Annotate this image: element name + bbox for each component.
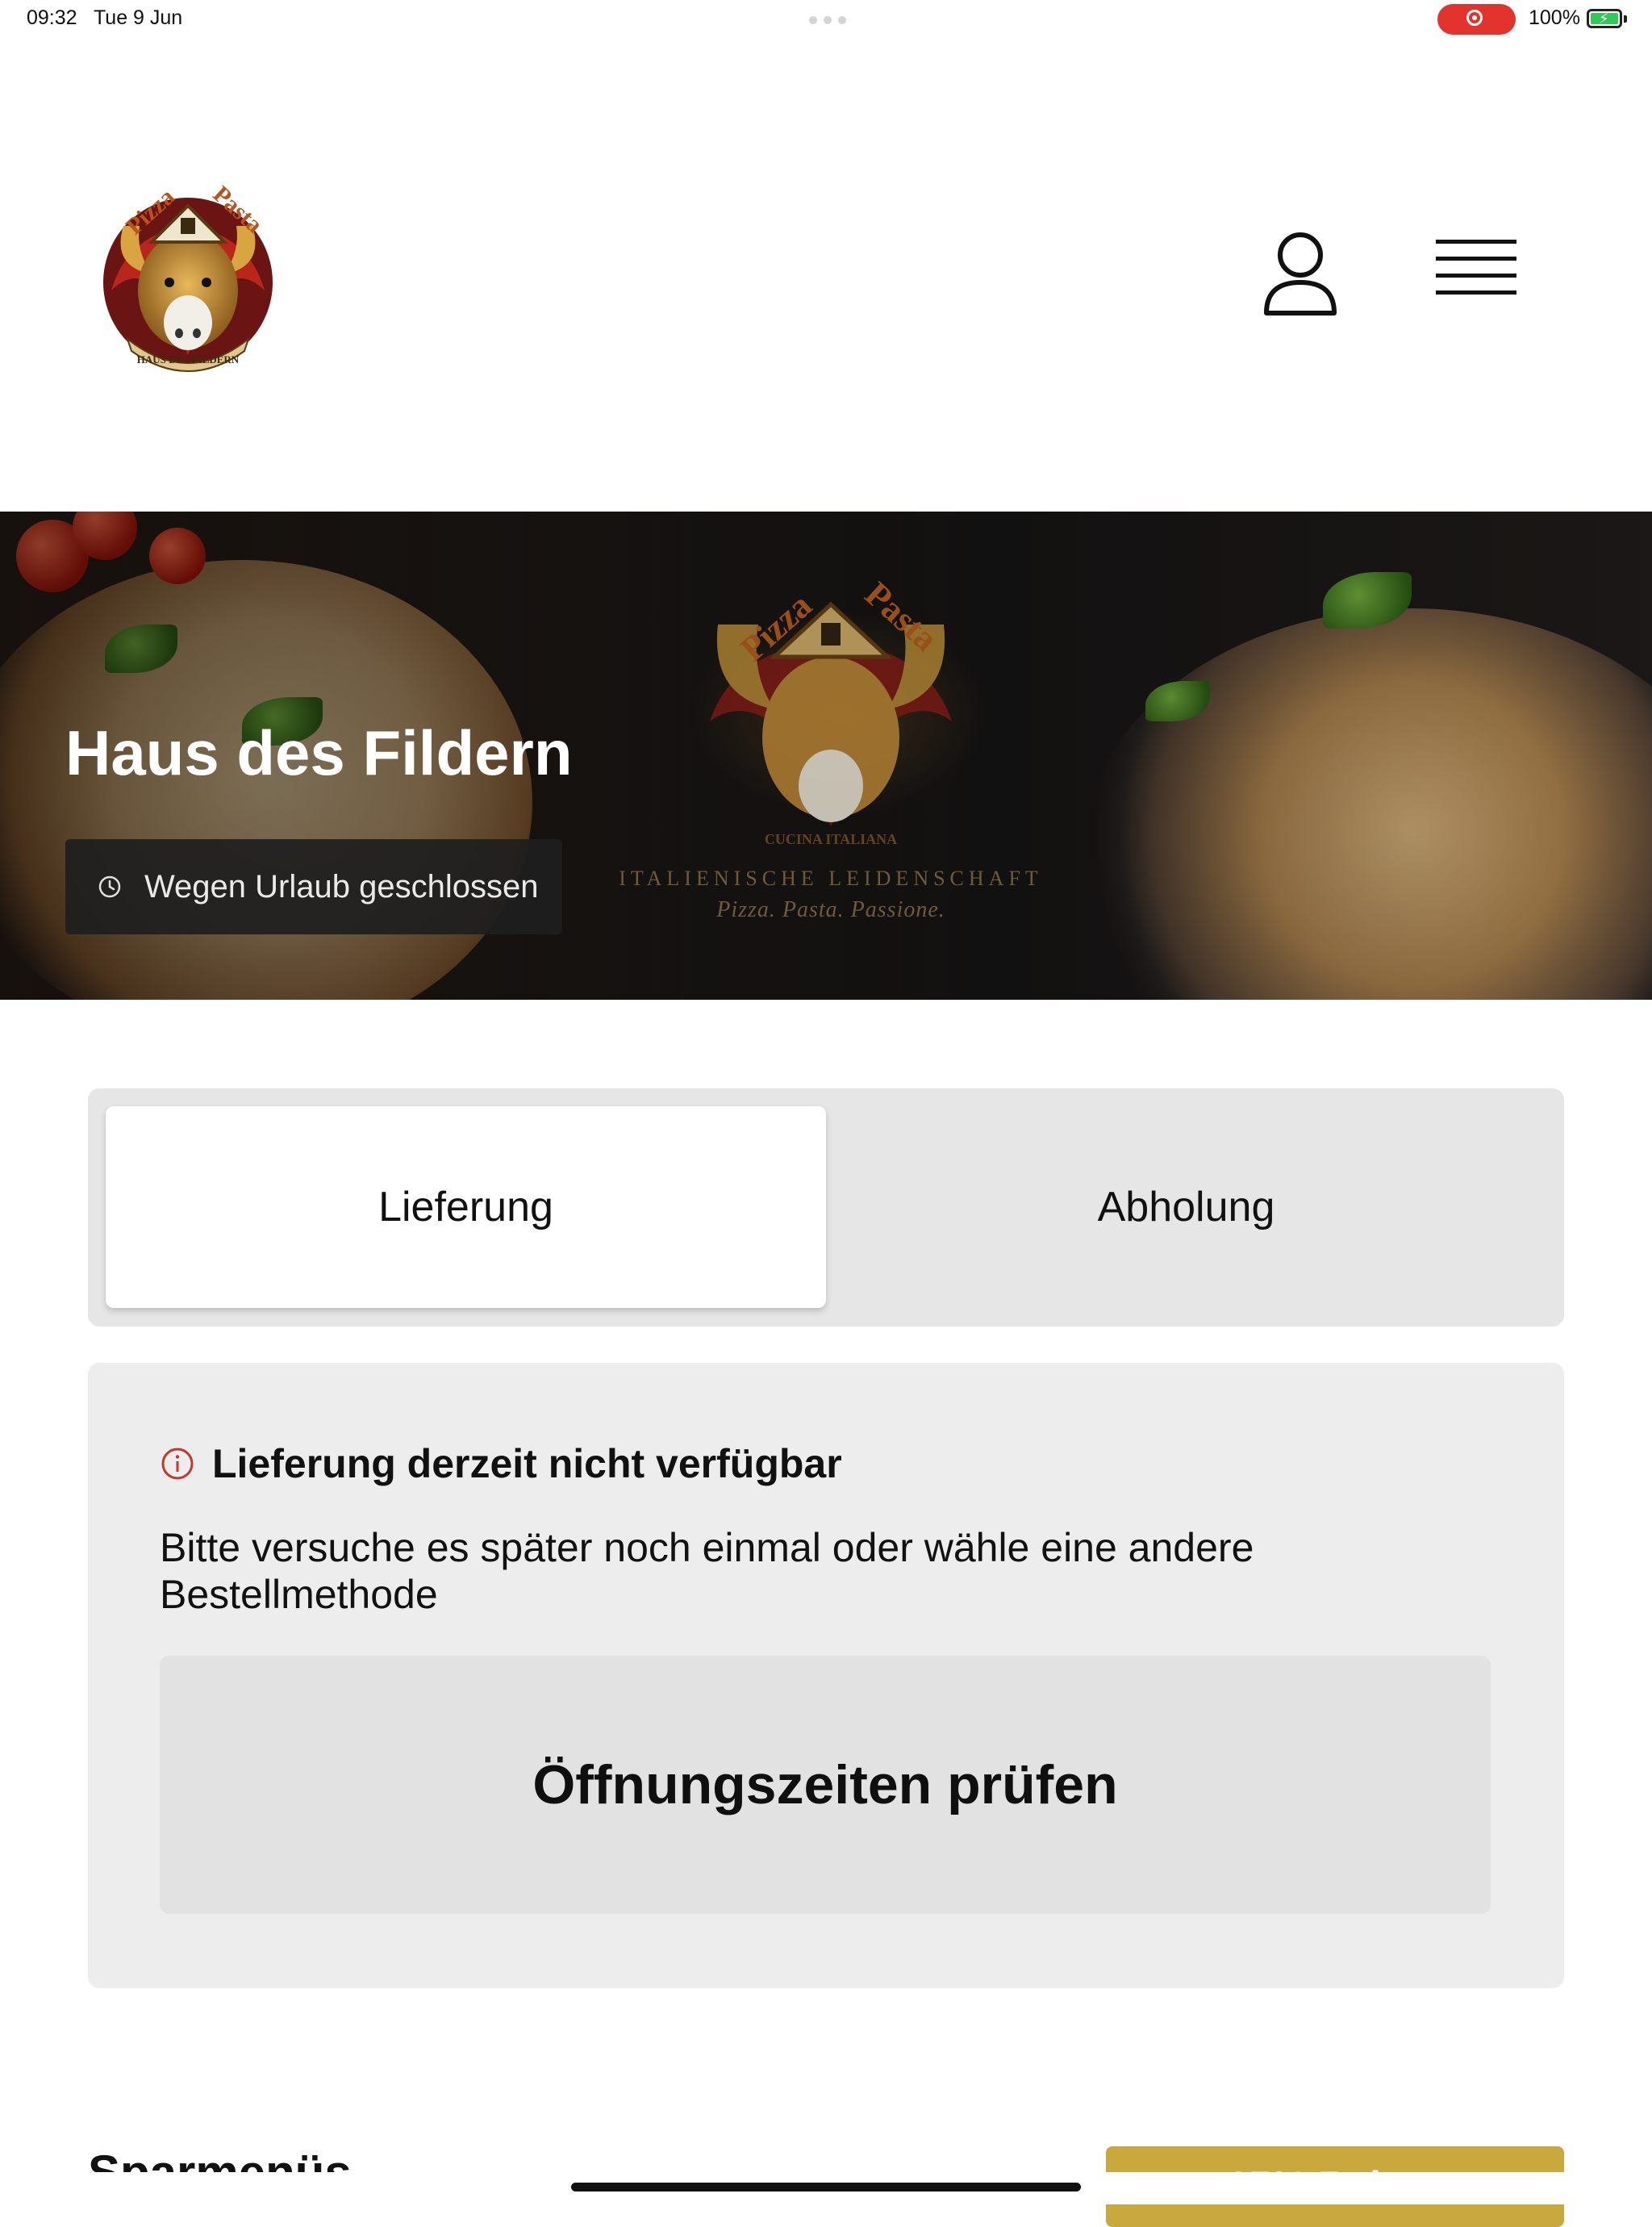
charging-bolt-icon: ⚡ (1599, 10, 1609, 27)
screen-recording-indicator[interactable] (1437, 4, 1516, 35)
battery-icon: ⚡ (1587, 9, 1622, 28)
opening-status-text: Wegen Urlaub geschlossen (144, 868, 539, 905)
status-date: Tue 9 Jun (93, 6, 183, 29)
tab-delivery[interactable]: Lieferung (106, 1106, 826, 1308)
banner-slogan: ITALIENISCHE LEIDENSCHAFT (619, 867, 1043, 890)
restaurant-name: Haus des Fildern (65, 717, 573, 788)
notice-title: Lieferung derzeit nicht verfügbar (212, 1441, 842, 1486)
notice-header: Lieferung derzeit nicht verfügbar (161, 1440, 842, 1487)
hamburger-menu-icon (1436, 240, 1516, 295)
record-icon (1466, 10, 1483, 26)
clock-icon (98, 875, 121, 898)
restaurant-logo[interactable]: Pizza Pasta HAUS DES FILDERN (95, 169, 281, 379)
status-time: 09:32 Tue 9 Jun (27, 6, 182, 30)
banner-tagline: Pizza. Pasta. Passione. (716, 897, 945, 922)
status-bar: 09:32 Tue 9 Jun 100% ⚡ (0, 0, 1652, 39)
svg-text:HAUS DES FILDERN: HAUS DES FILDERN (137, 353, 240, 366)
check-opening-hours-button[interactable]: Öffnungszeiten prüfen (160, 1656, 1491, 1914)
menu-button[interactable] (1428, 234, 1525, 315)
opening-status-badge[interactable]: Wegen Urlaub geschlossen (65, 839, 563, 934)
status-clock: 09:32 (27, 6, 77, 29)
home-indicator[interactable] (571, 2183, 1081, 2191)
svg-text:CUCINA ITALIANA: CUCINA ITALIANA (765, 831, 897, 847)
hero-banner: Pizza Pasta CUCINA ITALIANA ITALIENISCHE… (0, 512, 1652, 1000)
notice-message: Bitte versuche es später noch einmal ode… (160, 1525, 1254, 1617)
account-button[interactable] (1252, 226, 1349, 323)
delivery-unavailable-card: Lieferung derzeit nicht verfügbar Bitte … (88, 1363, 1564, 1988)
order-mode-toggle: Lieferung Abholung (88, 1088, 1564, 1327)
multitasking-grabber[interactable] (809, 16, 846, 24)
user-icon (1264, 232, 1337, 315)
banner-emblem: Pizza Pasta CUCINA ITALIANA (686, 560, 976, 875)
battery-percent: 100% (1529, 6, 1580, 29)
info-icon (161, 1448, 194, 1480)
tab-pickup[interactable]: Abholung (826, 1106, 1546, 1308)
